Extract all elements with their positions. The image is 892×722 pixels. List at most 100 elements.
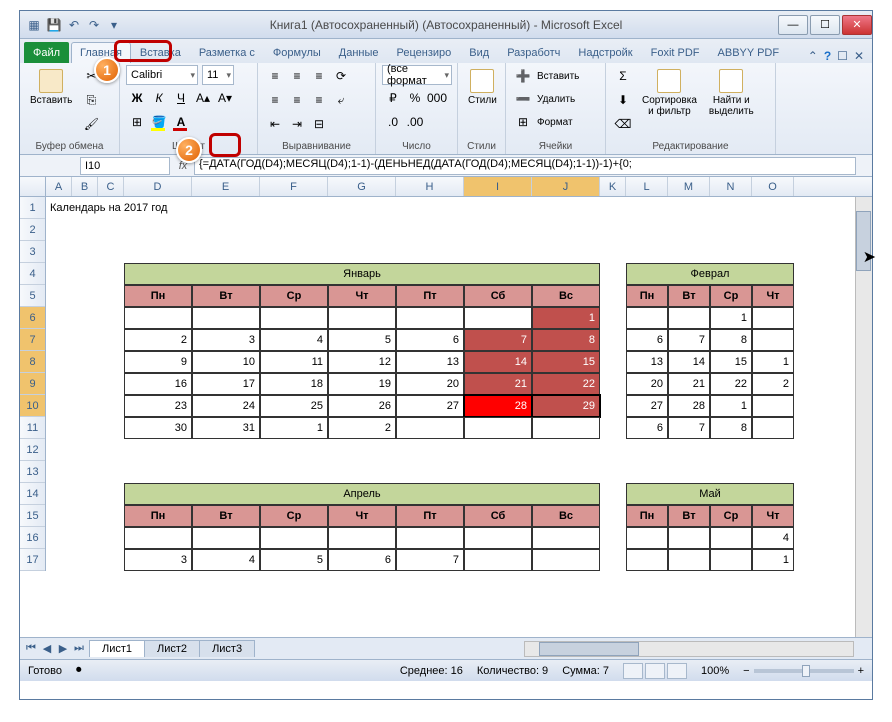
cell[interactable] (600, 417, 626, 439)
calendar-cell[interactable]: 29 (532, 395, 600, 417)
qat-more-icon[interactable]: ▾ (106, 17, 122, 33)
fill-series-icon[interactable]: ⬇ (612, 89, 634, 111)
calendar-cell[interactable]: 4 (192, 549, 260, 571)
align-left-icon[interactable]: ≡ (264, 89, 286, 111)
calendar-cell[interactable]: 20 (396, 373, 464, 395)
sheet-nav-prev-icon[interactable]: ◀ (40, 642, 54, 655)
calendar-cell[interactable]: 21 (464, 373, 532, 395)
find-select-button[interactable]: Найти и выделить (705, 65, 758, 121)
calendar-cell[interactable]: 6 (396, 329, 464, 351)
merge-icon[interactable]: ⊟ (308, 113, 330, 135)
cell[interactable] (260, 197, 794, 219)
calendar-cell[interactable]: 13 (626, 351, 668, 373)
cell[interactable] (600, 395, 626, 417)
calendar-cell[interactable]: 16 (124, 373, 192, 395)
sheet-nav-last-icon[interactable]: ⏭ (72, 642, 86, 655)
sheet-nav-next-icon[interactable]: ▶ (56, 642, 70, 655)
cell[interactable] (600, 263, 626, 285)
row-header-8[interactable]: 8 (20, 351, 45, 373)
row-header-16[interactable]: 16 (20, 527, 45, 549)
cell[interactable] (600, 307, 626, 329)
number-format-combo[interactable]: (все формат (382, 65, 452, 85)
row-header-9[interactable]: 9 (20, 373, 45, 395)
day-header[interactable]: Ср (710, 505, 752, 527)
font-name-combo[interactable]: Calibri (126, 65, 198, 85)
col-header-J[interactable]: J (532, 177, 600, 196)
calendar-cell[interactable]: 27 (396, 395, 464, 417)
calendar-cell[interactable] (328, 527, 396, 549)
calendar-cell[interactable] (124, 527, 192, 549)
calendar-cell[interactable] (752, 417, 794, 439)
cell[interactable] (46, 439, 856, 461)
indent-inc-icon[interactable]: ⇥ (286, 113, 308, 135)
cell[interactable] (600, 351, 626, 373)
tab-foxit[interactable]: Foxit PDF (642, 42, 709, 63)
font-color-button[interactable]: A (170, 111, 192, 133)
cells-format-label[interactable]: Формат (537, 117, 573, 128)
day-header[interactable]: Чт (752, 505, 794, 527)
calendar-cell[interactable]: 3 (192, 329, 260, 351)
calendar-cell[interactable] (710, 527, 752, 549)
inc-decimal-icon[interactable]: .0 (382, 111, 404, 133)
cell[interactable] (46, 241, 856, 263)
cell[interactable] (46, 461, 856, 483)
view-pagebreak-button[interactable] (667, 663, 687, 679)
cells-delete-label[interactable]: Удалить (537, 94, 575, 105)
calendar-cell[interactable] (192, 527, 260, 549)
col-header-H[interactable]: H (396, 177, 464, 196)
calendar-cell[interactable]: 20 (626, 373, 668, 395)
calendar-cell[interactable]: 1 (710, 395, 752, 417)
calendar-cell[interactable] (260, 527, 328, 549)
zoom-level[interactable]: 100% (701, 665, 729, 677)
cell[interactable] (46, 351, 124, 373)
day-header[interactable]: Пн (124, 285, 192, 307)
row-header-1[interactable]: 1 (20, 197, 45, 219)
grow-font-icon[interactable]: A▴ (192, 87, 214, 109)
cell[interactable] (46, 263, 124, 285)
row-header-10[interactable]: 10 (20, 395, 45, 417)
calendar-cell[interactable]: 1 (710, 307, 752, 329)
align-top-icon[interactable]: ≡ (264, 65, 286, 87)
cells-insert-icon[interactable]: ➕ (512, 65, 534, 87)
calendar-cell[interactable] (464, 527, 532, 549)
calendar-cell[interactable] (532, 527, 600, 549)
calendar-cell[interactable]: 15 (710, 351, 752, 373)
calendar-cell[interactable]: 8 (710, 329, 752, 351)
calendar-cell[interactable] (464, 307, 532, 329)
row-header-3[interactable]: 3 (20, 241, 45, 263)
calendar-cell[interactable] (328, 307, 396, 329)
tab-review[interactable]: Рецензиро (388, 42, 461, 63)
calendar-cell[interactable]: 7 (668, 329, 710, 351)
calendar-cell[interactable]: 7 (464, 329, 532, 351)
calendar-cell[interactable] (464, 549, 532, 571)
calendar-cell[interactable]: 26 (328, 395, 396, 417)
calendar-cell[interactable]: 21 (668, 373, 710, 395)
calendar-cell[interactable]: 14 (464, 351, 532, 373)
align-right-icon[interactable]: ≡ (308, 89, 330, 111)
zoom-in-button[interactable]: + (858, 665, 864, 677)
sheet-tab-2[interactable]: Лист2 (144, 640, 200, 657)
view-layout-button[interactable] (645, 663, 665, 679)
calendar-cell[interactable] (626, 549, 668, 571)
undo-icon[interactable]: ↶ (66, 17, 82, 33)
calendar-cell[interactable]: 13 (396, 351, 464, 373)
cell[interactable] (46, 329, 124, 351)
cell[interactable] (46, 219, 856, 241)
col-header-B[interactable]: B (72, 177, 98, 196)
align-bot-icon[interactable]: ≡ (308, 65, 330, 87)
calendar-cell[interactable]: 2 (328, 417, 396, 439)
day-header[interactable]: Вт (668, 505, 710, 527)
col-header-K[interactable]: K (600, 177, 626, 196)
month-january[interactable]: Январь (124, 263, 600, 285)
calendar-cell[interactable]: 23 (124, 395, 192, 417)
calendar-cell[interactable]: 11 (260, 351, 328, 373)
font-size-combo[interactable]: 11 (202, 65, 234, 85)
col-header-O[interactable]: O (752, 177, 794, 196)
calendar-cell[interactable] (626, 307, 668, 329)
calendar-title[interactable]: Календарь на 2017 год (46, 197, 260, 219)
calendar-cell[interactable] (396, 527, 464, 549)
col-header-N[interactable]: N (710, 177, 752, 196)
day-header[interactable]: Ср (260, 285, 328, 307)
calendar-cell[interactable]: 2 (752, 373, 794, 395)
row-header-6[interactable]: 6 (20, 307, 45, 329)
